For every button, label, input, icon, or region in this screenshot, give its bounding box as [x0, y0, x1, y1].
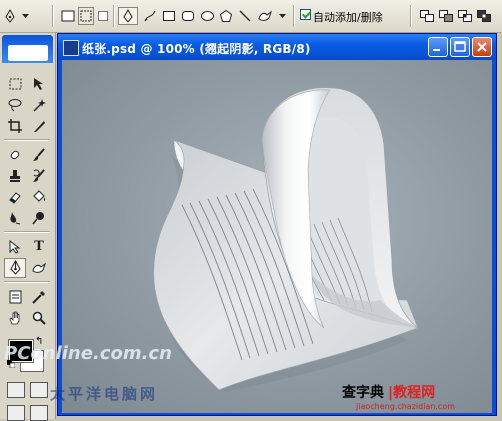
combine-intersect-icon[interactable] — [456, 7, 473, 25]
combine-subtract-icon[interactable] — [437, 7, 454, 25]
freeform-pen-icon[interactable] — [142, 7, 158, 25]
fill-pixels-button[interactable] — [96, 7, 110, 25]
shape-dropdown-icon[interactable] — [277, 7, 287, 25]
separator — [113, 5, 115, 27]
chazidian-watermark-a: 查字典 — [342, 385, 384, 401]
shape-layers-button[interactable] — [60, 7, 76, 25]
photoshop-feather-icon — [8, 45, 48, 61]
chazidian-url-watermark: jiaocheng.chazidian.com — [356, 402, 456, 411]
combine-add-icon[interactable] — [418, 7, 435, 25]
tools-divider — [4, 139, 50, 141]
pen-tool-icon[interactable] — [4, 257, 26, 278]
quick-mask-mode-icon[interactable] — [30, 382, 48, 398]
notes-tool-icon[interactable] — [4, 287, 26, 307]
rectangle-shape-icon[interactable] — [161, 7, 177, 25]
maximize-button[interactable] — [450, 37, 470, 57]
auto-add-delete-checkbox[interactable] — [300, 9, 311, 20]
minimize-button[interactable] — [428, 37, 448, 57]
magic-wand-tool-icon[interactable] — [28, 95, 50, 115]
tools-palette-header[interactable] — [2, 35, 53, 63]
document-icon — [63, 40, 79, 56]
eyedropper-tool-icon[interactable] — [28, 287, 50, 307]
polygon-shape-icon[interactable] — [218, 7, 234, 25]
paint-bucket-tool-icon[interactable] — [28, 187, 50, 207]
custom-shape-option-icon[interactable] — [256, 7, 274, 25]
hand-tool-icon[interactable] — [4, 308, 26, 328]
lasso-tool-icon[interactable] — [4, 95, 26, 115]
document-title: 纸张.psd @ 100% (翘起阴影, RGB/8) — [82, 42, 311, 56]
tool-options-bar: 自动添加/删除 — [0, 0, 502, 33]
path-selection-tool-icon[interactable] — [4, 237, 26, 257]
move-tool-icon[interactable] — [28, 74, 50, 94]
history-brush-tool-icon[interactable] — [28, 166, 50, 186]
marquee-tool-icon[interactable] — [4, 74, 26, 94]
preset-dropdown-icon[interactable] — [20, 7, 30, 25]
chazidian-watermark-b: 教程网 — [393, 385, 436, 401]
zoom-tool-icon[interactable] — [28, 308, 50, 328]
maximize-icon — [454, 41, 466, 52]
separator — [52, 5, 54, 27]
close-icon — [477, 42, 487, 52]
clone-stamp-tool-icon[interactable] — [4, 166, 26, 186]
crop-tool-icon[interactable] — [4, 116, 26, 136]
slice-tool-icon[interactable] — [28, 116, 50, 136]
pen-tool-option-icon[interactable] — [118, 7, 138, 25]
paths-button[interactable] — [78, 7, 94, 25]
close-button[interactable] — [472, 37, 492, 57]
eraser-tool-icon[interactable] — [4, 187, 26, 207]
separator — [293, 5, 295, 27]
document-title-bar[interactable]: 纸张.psd @ 100% (翘起阴影, RGB/8) — [58, 34, 496, 60]
pconline-watermark: PConline.com.cn — [4, 343, 172, 364]
separator — [410, 5, 412, 27]
standard-mode-icon[interactable] — [7, 382, 25, 398]
line-shape-icon[interactable] — [237, 7, 253, 25]
combine-exclude-icon[interactable] — [475, 7, 492, 25]
healing-brush-tool-icon[interactable] — [4, 145, 26, 165]
pacific-watermark: 太平洋电脑网 — [50, 385, 159, 403]
pen-preset-icon[interactable] — [3, 7, 17, 25]
tools-divider — [4, 231, 50, 233]
tools-divider — [4, 281, 50, 283]
auto-add-delete-label: 自动添加/删除 — [313, 11, 383, 24]
minimize-icon — [433, 49, 440, 51]
custom-shape-tool-icon[interactable] — [28, 258, 50, 278]
ellipse-shape-icon[interactable] — [199, 7, 215, 25]
dodge-tool-icon[interactable] — [28, 208, 50, 228]
brush-tool-icon[interactable] — [28, 145, 50, 165]
rounded-rectangle-icon[interactable] — [180, 7, 196, 25]
type-tool-icon[interactable]: T — [28, 237, 50, 257]
blur-tool-icon[interactable] — [4, 208, 26, 228]
chazidian-watermark: 查字典 |教程网 — [342, 385, 436, 401]
